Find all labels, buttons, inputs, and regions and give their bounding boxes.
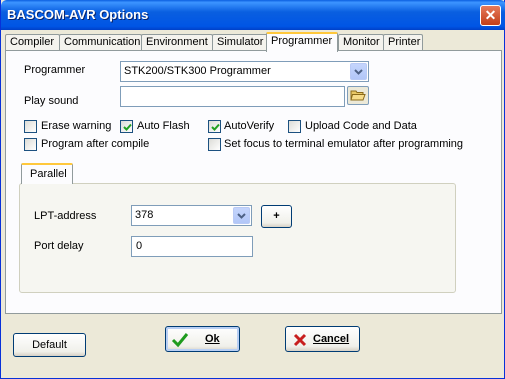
checkmark-icon [123,123,132,131]
tab-programmer[interactable]: Programmer [266,32,338,52]
window-title: BASCOM-AVR Options [7,7,149,22]
title-bar[interactable]: BASCOM-AVR Options ✕ [1,0,505,30]
close-icon: ✕ [484,7,497,23]
upload-code-data-label: Upload Code and Data [305,120,417,132]
tab-compiler[interactable]: Compiler [5,34,60,51]
program-after-compile-label: Program after compile [41,138,150,150]
tab-environment[interactable]: Environment [141,34,213,51]
default-button[interactable]: Default [13,333,86,357]
lpt-address-select[interactable]: 378 [131,205,252,226]
cancel-button[interactable]: Cancel [285,326,360,352]
set-focus-terminal-label: Set focus to terminal emulator after pro… [224,138,464,150]
tab-simulator[interactable]: Simulator [212,34,268,51]
add-lpt-button[interactable]: + [261,205,292,228]
port-delay-input[interactable]: 0 [131,236,253,257]
auto-verify-label: AutoVerify [224,120,275,132]
auto-verify-checkbox[interactable] [208,120,221,133]
programmer-select[interactable]: STK200/STK300 Programmer [120,61,369,82]
cancel-x-icon [293,333,307,347]
play-sound-input[interactable] [120,86,345,107]
chevron-down-icon[interactable] [350,63,367,80]
tab-communication[interactable]: Communication [59,34,142,51]
ok-button[interactable]: Ok [165,326,240,352]
browse-sound-button[interactable] [347,86,369,105]
folder-icon [350,90,366,101]
play-sound-label: Play sound [24,95,79,107]
auto-flash-checkbox[interactable] [120,120,133,133]
auto-flash-label: Auto Flash [137,120,190,132]
options-dialog: BASCOM-AVR Options ✕ Compiler Communicat… [0,0,505,379]
tab-parallel[interactable]: Parallel [21,163,73,184]
tab-monitor[interactable]: Monitor [338,34,384,51]
port-delay-label: Port delay [34,240,84,252]
upload-code-data-checkbox[interactable] [288,120,301,133]
checkmark-icon [211,123,220,131]
checkmark-icon [171,333,189,348]
programmer-value: STK200/STK300 Programmer [124,65,271,77]
lpt-address-value: 378 [135,209,154,221]
tab-printer[interactable]: Printer [383,34,423,51]
set-focus-terminal-checkbox[interactable] [208,138,221,151]
programmer-label: Programmer [24,64,86,76]
chevron-down-icon[interactable] [233,207,250,224]
lpt-address-label: LPT-address [34,210,97,222]
erase-warning-label: Erase warning [41,120,112,132]
program-after-compile-checkbox[interactable] [24,138,37,151]
close-button[interactable]: ✕ [480,5,501,26]
erase-warning-checkbox[interactable] [24,120,37,133]
